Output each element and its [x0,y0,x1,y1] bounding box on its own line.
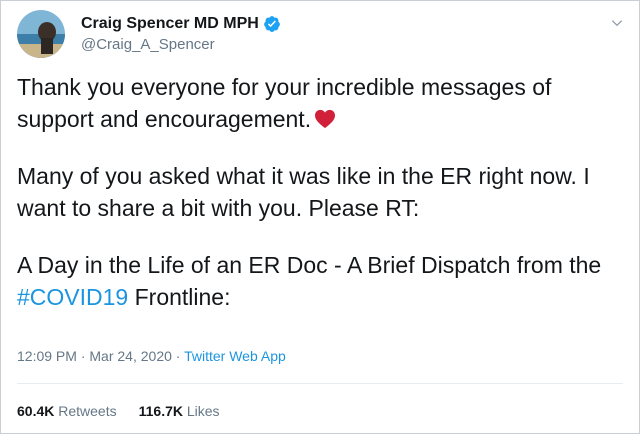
hashtag-link[interactable]: #COVID19 [17,284,128,310]
likes-stat[interactable]: 116.7K Likes [139,403,220,419]
tweet-paragraph-1: Thank you everyone for your incredible m… [17,74,552,132]
tweet-time[interactable]: 12:09 PM [17,348,77,364]
avatar[interactable] [17,10,65,58]
tweet-card: Craig Spencer MD MPH @Craig_A_Spencer Th… [0,0,640,434]
author-info: Craig Spencer MD MPH @Craig_A_Spencer [81,13,281,53]
tweet-text: Thank you everyone for your incredible m… [17,71,625,338]
author-handle[interactable]: @Craig_A_Spencer [81,36,281,53]
chevron-down-icon[interactable] [609,15,625,31]
tweet-stats: 60.4K Retweets 116.7K Likes [17,403,220,419]
tweet-date[interactable]: Mar 24, 2020 [89,348,172,364]
heart-icon [314,105,336,129]
author-display-name[interactable]: Craig Spencer MD MPH [81,15,259,33]
verified-badge-icon [263,15,281,33]
tweet-metadata: 12:09 PM · Mar 24, 2020 · Twitter Web Ap… [17,348,286,364]
tweet-source-link[interactable]: Twitter Web App [184,348,286,364]
retweets-stat[interactable]: 60.4K Retweets [17,403,117,419]
avatar-image [17,10,65,58]
tweet-paragraph-2: Many of you asked what it was like in th… [17,163,590,221]
tweet-paragraph-3: A Day in the Life of an ER Doc - A Brief… [17,252,602,310]
divider [17,383,623,384]
